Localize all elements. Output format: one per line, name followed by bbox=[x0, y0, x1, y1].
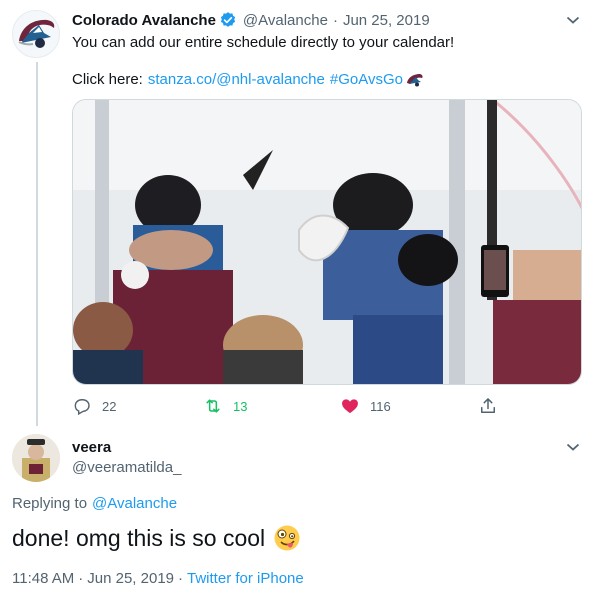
author-handle[interactable]: @Avalanche bbox=[243, 12, 328, 29]
zany-face-emoji bbox=[274, 525, 300, 551]
client-link[interactable]: Twitter for iPhone bbox=[187, 569, 304, 589]
share-icon bbox=[481, 398, 495, 413]
like-count: 116 bbox=[370, 398, 391, 414]
reply-author-name[interactable]: veera bbox=[72, 439, 111, 456]
reply-chevron-down-icon[interactable] bbox=[566, 442, 580, 452]
dot-separator: · bbox=[332, 11, 338, 29]
reply-text: done! omg this is so cool bbox=[12, 525, 266, 551]
reply-date[interactable]: Jun 25, 2019 bbox=[87, 569, 174, 589]
avalanche-logo-icon bbox=[18, 19, 55, 48]
retweet-icon bbox=[206, 399, 220, 413]
hashtag-link[interactable]: #GoAvsGo bbox=[330, 70, 403, 90]
replying-to-label: Replying to bbox=[12, 495, 88, 512]
share-action[interactable] bbox=[478, 396, 498, 416]
reply-action[interactable]: 22 bbox=[72, 396, 116, 416]
reply-icon bbox=[74, 399, 90, 416]
tweet-text-line: You can add our entire schedule directly… bbox=[72, 34, 455, 51]
hockey-celebration-photo bbox=[73, 100, 581, 384]
reply-author-handle[interactable]: @veeramatilda_ bbox=[72, 459, 181, 476]
veera-avatar-photo bbox=[12, 434, 60, 482]
chevron-down-icon[interactable] bbox=[566, 15, 580, 25]
click-here-label: Click here: bbox=[72, 71, 143, 88]
like-action[interactable]: 116 bbox=[340, 396, 391, 416]
veera-avatar[interactable] bbox=[12, 434, 60, 482]
tweet-date[interactable]: Jun 25, 2019 bbox=[343, 12, 430, 29]
avalanche-avatar[interactable] bbox=[12, 10, 60, 58]
meta-separator: · bbox=[78, 570, 84, 587]
thread-connector-line bbox=[36, 62, 38, 426]
replying-to-handle[interactable]: @Avalanche bbox=[92, 494, 177, 514]
verified-badge-icon bbox=[220, 12, 236, 27]
retweet-count: 13 bbox=[233, 398, 248, 414]
retweet-action[interactable]: 13 bbox=[203, 396, 247, 416]
meta-separator-2: · bbox=[178, 570, 184, 587]
avs-logo-emoji bbox=[406, 74, 423, 87]
reply-time[interactable]: 11:48 AM bbox=[12, 569, 74, 589]
heart-icon bbox=[342, 399, 358, 414]
reply-count: 22 bbox=[102, 398, 117, 414]
author-name[interactable]: Colorado Avalanche bbox=[72, 12, 216, 29]
tweet-media-image[interactable] bbox=[72, 99, 582, 385]
schedule-link[interactable]: stanza.co/@nhl-avalanche bbox=[148, 70, 325, 90]
